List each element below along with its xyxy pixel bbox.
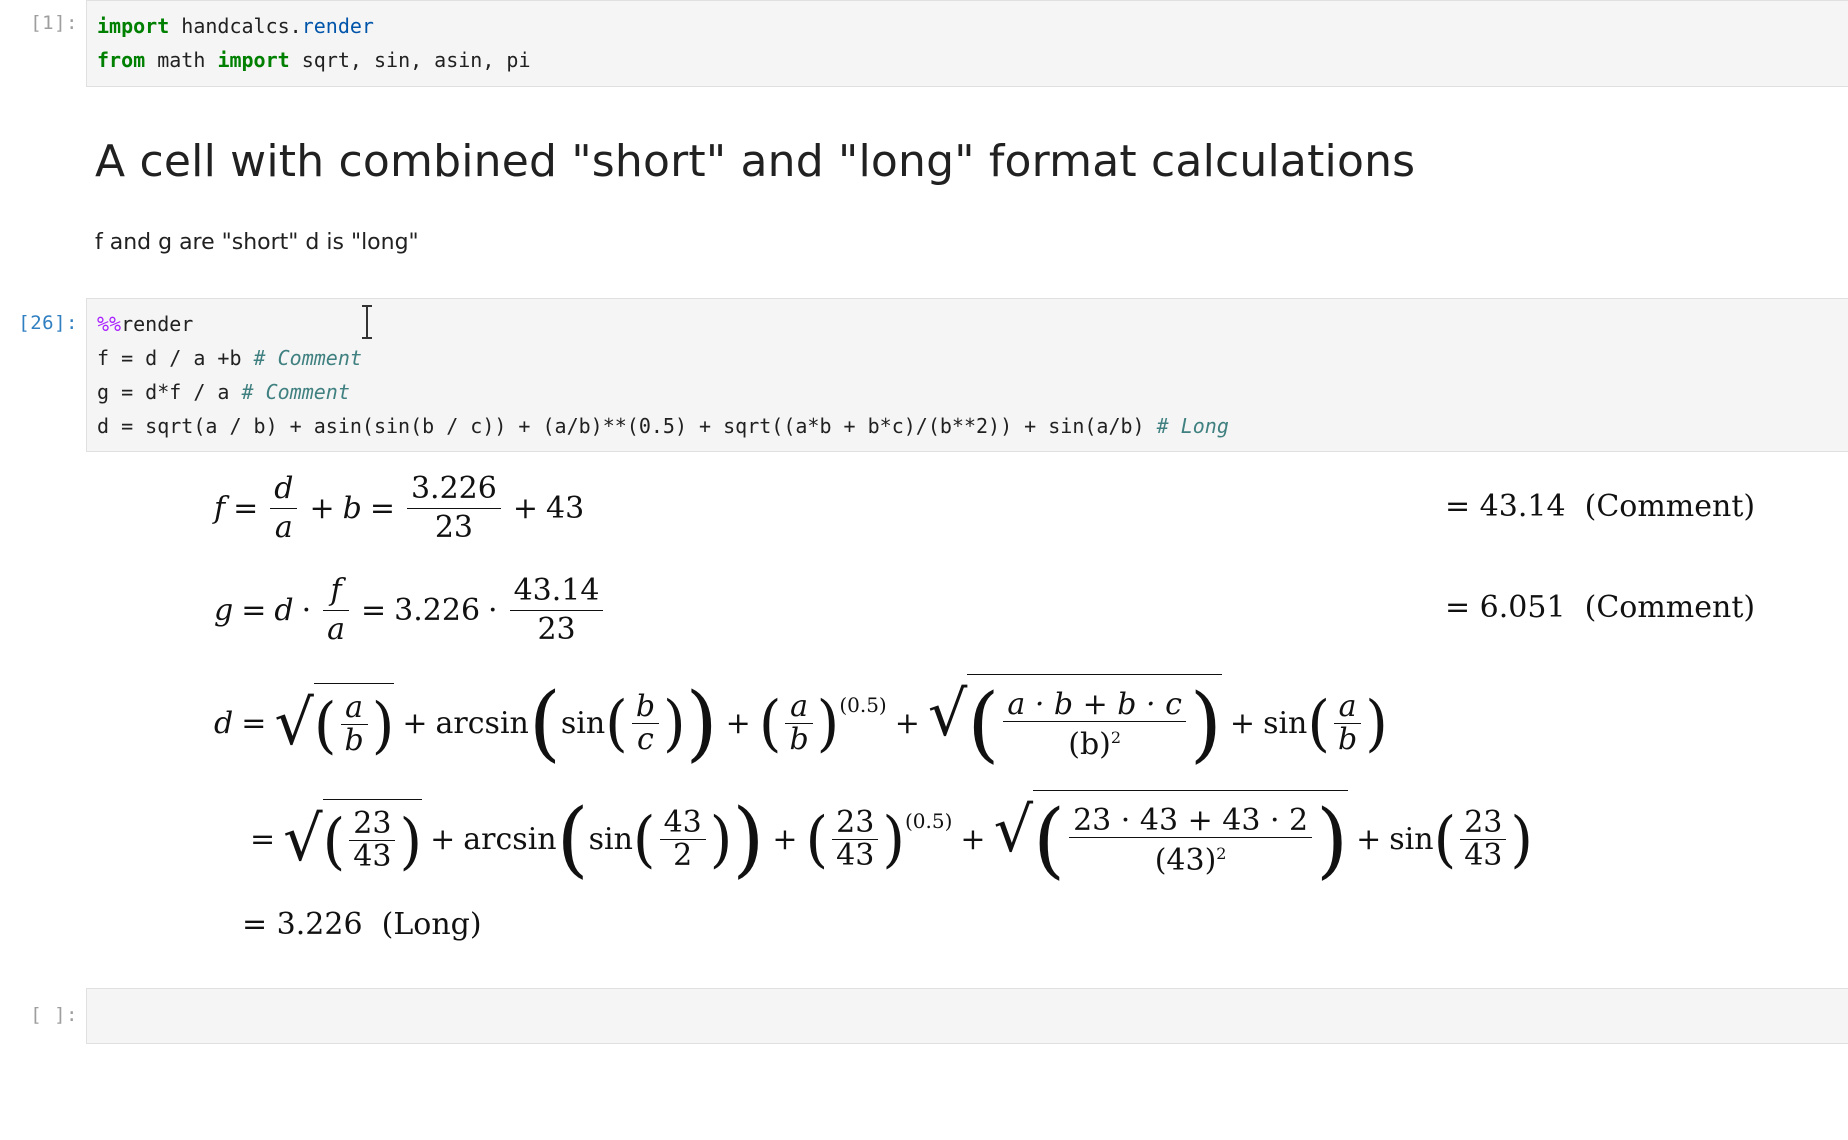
f-sym-fraction: da [270, 470, 298, 547]
cell-1-code: import handcalcs.render from math import… [97, 9, 531, 77]
cell-3-code-editor[interactable] [86, 988, 1848, 1044]
cell-3-prompt: [ ]: [30, 1004, 78, 1026]
output-f-comment: (Comment) [1584, 489, 1756, 524]
code-line-g: g = d*f / a [97, 380, 230, 404]
from-keyword: from [97, 48, 146, 72]
code-line-d: d = sqrt(a / b) + asin(sin(b / c)) + (a/… [97, 414, 1145, 438]
cell-1-prompt: [1]: [30, 12, 78, 34]
output-d-comment: (Long) [381, 907, 482, 942]
magic-name: render [121, 312, 194, 336]
output-d-substituted: = √(23 43) + arcsin (sin (43 2)) + (23 43)(… [250, 790, 1534, 888]
f-val-fraction: 3.226 23 [406, 470, 501, 547]
output-d-result: = 3.226 (Long) [242, 907, 482, 942]
g-val-fraction: 43.14 23 [509, 572, 604, 649]
module-name: handcalcs. [181, 14, 302, 38]
cell-2-prompt: [26]: [18, 312, 78, 334]
code-comment-d: # Long [1156, 414, 1229, 438]
markdown-paragraph: f and g are "short" d is "long" [95, 230, 419, 255]
import-keyword-2: import [217, 48, 290, 72]
output-d-symbolic: d = √(a b) + arcsin (sin (b c)) + (a b) (0.5… [214, 674, 1388, 772]
cell-1-code-editor[interactable]: import handcalcs.render from math import… [86, 0, 1848, 87]
output-f-equation: f = da + b = 3.226 23 + 43 [214, 470, 585, 547]
markdown-heading: A cell with combined "short" and "long" … [95, 136, 1416, 187]
code-comment-g: # Comment [241, 380, 350, 404]
import-names: sqrt, sin, asin, pi [301, 48, 531, 72]
cell-2-code: %%render f = d / a +b # Comment g = d*f … [97, 307, 1229, 443]
cell-2-code-editor[interactable]: %%render f = d / a +b # Comment g = d*f … [86, 298, 1848, 452]
output-g-result: = 6.051 (Comment) [1445, 590, 1756, 625]
magic-prefix: %% [97, 312, 122, 336]
import-keyword: import [97, 14, 170, 38]
f-lhs: f [214, 491, 226, 526]
code-line-f: f = d / a +b [97, 346, 242, 370]
output-g-equation: g = d · fa = 3.226 · 43.14 23 [214, 572, 607, 649]
g-sym-fraction: fa [323, 572, 350, 649]
math-module: math [157, 48, 206, 72]
text-cursor-icon [362, 305, 372, 339]
module-attr: render [301, 14, 374, 38]
output-f-result: = 43.14 (Comment) [1445, 489, 1756, 524]
code-comment-f: # Comment [253, 346, 362, 370]
output-g-comment: (Comment) [1584, 590, 1756, 625]
